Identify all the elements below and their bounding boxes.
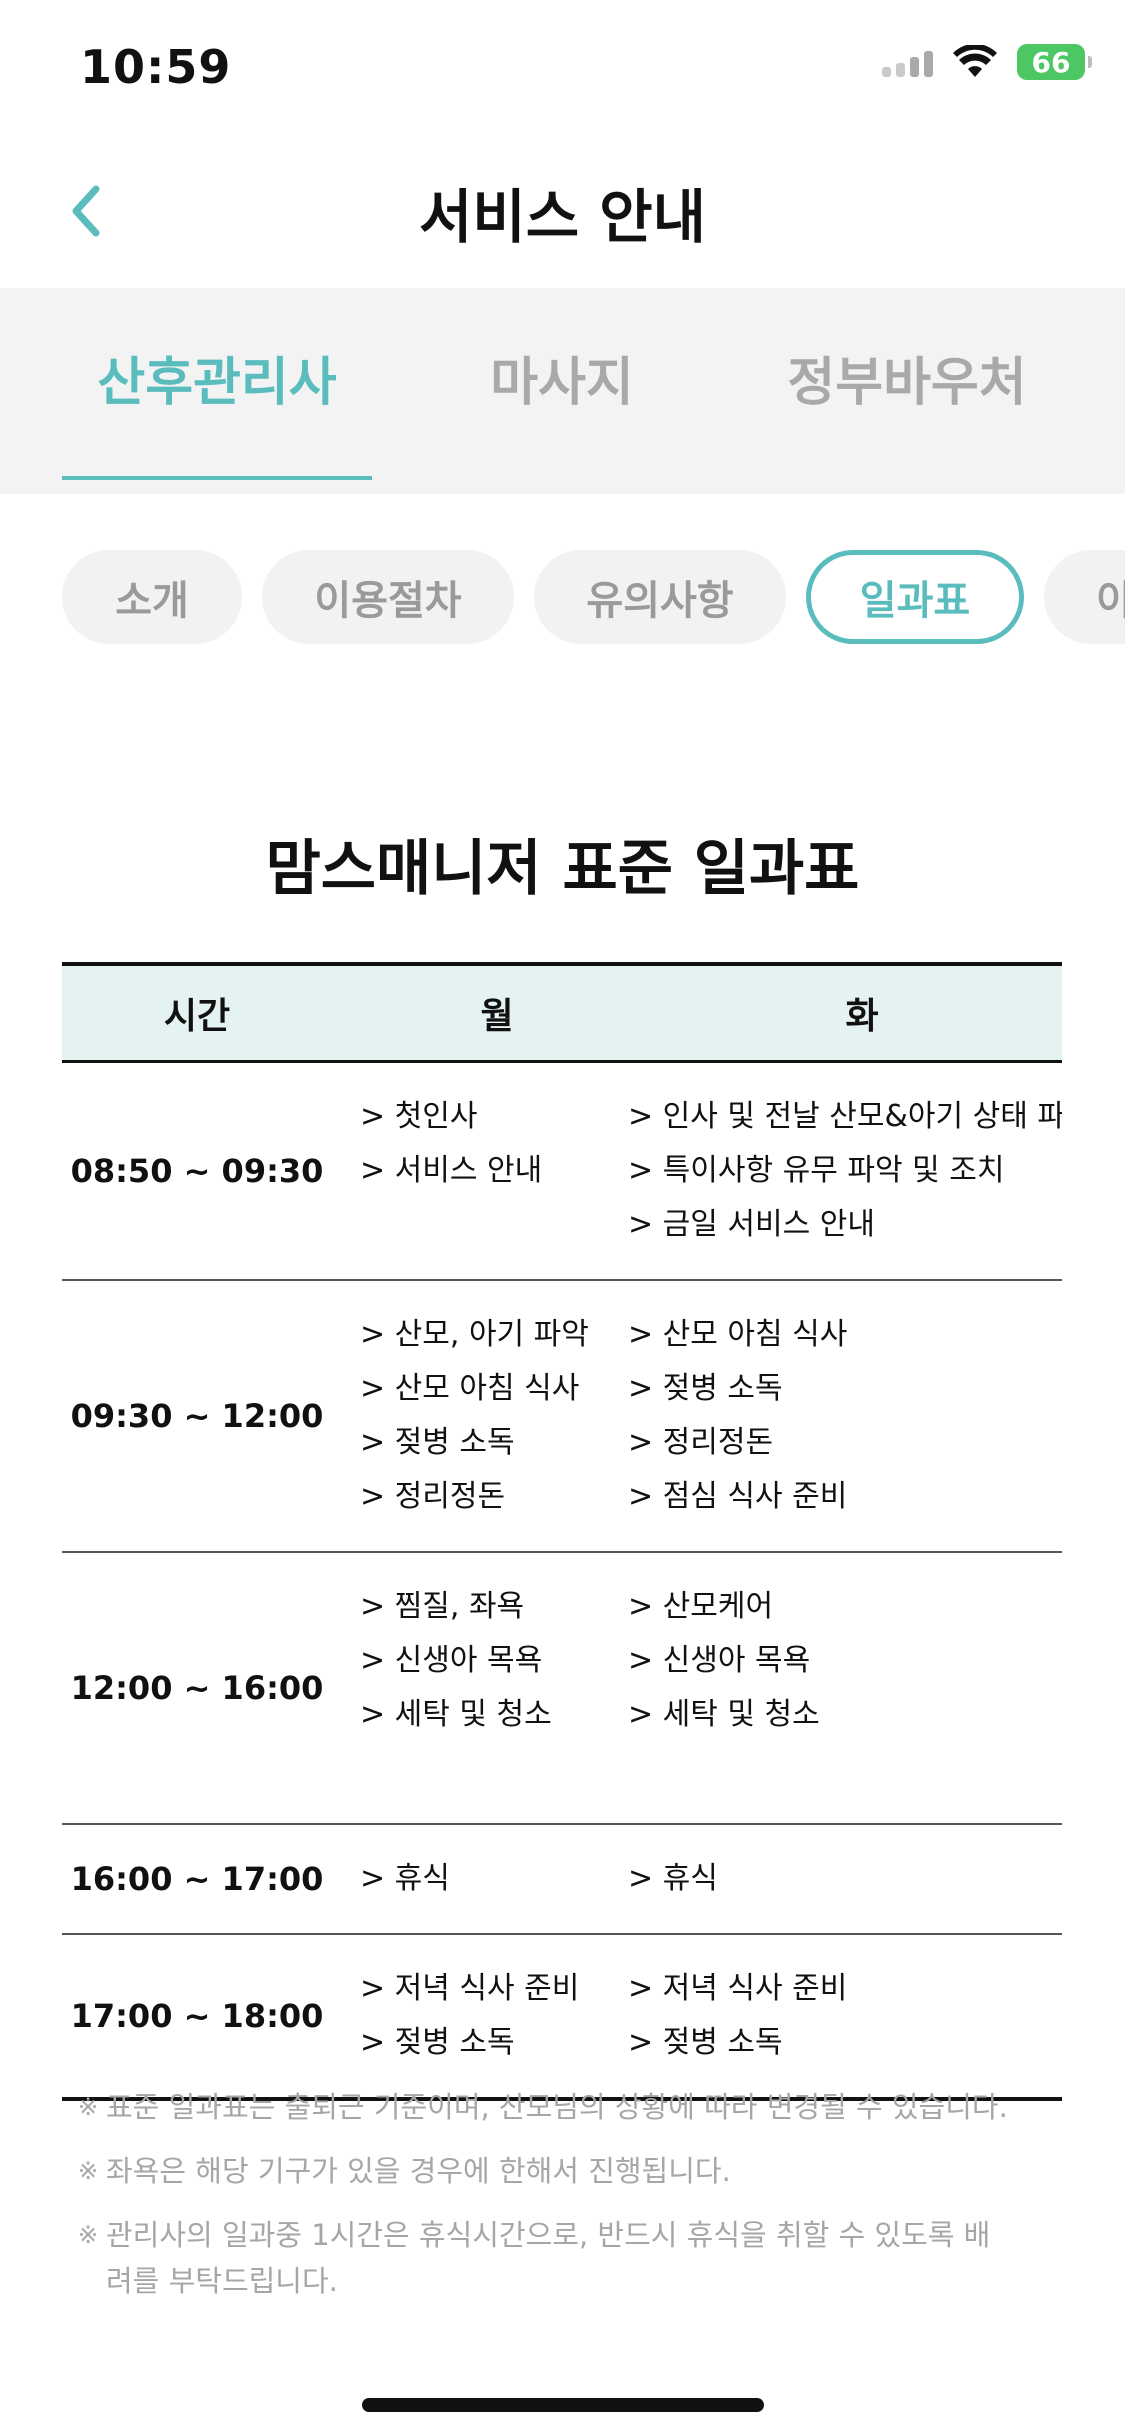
tab-postpartum-care[interactable]: 산후관리사 — [62, 340, 372, 480]
tab-massage[interactable]: 마사지 — [442, 340, 682, 420]
chip-procedure[interactable]: 이용절차 — [262, 550, 514, 644]
main-tab-bar: 산후관리사 마사지 정부바우처 — [0, 288, 1125, 494]
tab-government-voucher[interactable]: 정부바우처 — [762, 340, 1052, 420]
task-item: > 세탁 및 청소 — [360, 1697, 552, 1732]
task-item: > 젖병 소독 — [360, 1425, 515, 1460]
task-item: > 첫인사 — [360, 1099, 478, 1134]
home-indicator — [362, 2398, 764, 2412]
task-item: > 정리정돈 — [360, 1479, 506, 1514]
task-item: > 서비스 안내 — [360, 1153, 543, 1188]
task-item: > 젖병 소독 — [628, 1371, 783, 1406]
row-time: 08:50 ~ 09:30 — [70, 1152, 324, 1190]
schedule-table: 시간 월 화 08:50 ~ 09:30 > 첫인사 > 서비스 안내 > 인사… — [62, 962, 1062, 2101]
row-tue: > 휴식 — [628, 1825, 1062, 1933]
row-tue: > 저녁 식사 준비 > 젖병 소독 — [628, 1935, 1062, 2097]
task-item: > 인사 및 전날 산모&아기 상태 파악 — [628, 1099, 1062, 1134]
header-tue: 화 — [845, 996, 879, 1037]
row-time: 17:00 ~ 18:00 — [70, 1997, 324, 2035]
sub-tab-bar: 소개 이용절차 유의사항 일과표 이 — [0, 548, 1125, 648]
table-row: 16:00 ~ 17:00 > 휴식 > 휴식 — [62, 1825, 1062, 1935]
wifi-icon — [953, 45, 997, 77]
task-item: > 산모 아침 식사 — [628, 1317, 848, 1352]
table-row: 17:00 ~ 18:00 > 저녁 식사 준비 > 젖병 소독 > 저녁 식사… — [62, 1935, 1062, 2101]
row-mon: > 찜질, 좌욕 > 신생아 목욕 > 세탁 및 청소 — [360, 1553, 628, 1823]
table-header: 시간 월 화 — [62, 962, 1062, 1063]
task-item: > 산모 아침 식사 — [360, 1371, 580, 1406]
chip-intro[interactable]: 소개 — [62, 550, 242, 644]
status-time: 10:59 — [80, 40, 232, 94]
chip-precautions[interactable]: 유의사항 — [534, 550, 786, 644]
note-item: 좌욕은 해당 기구가 있을 경우에 한해서 진행됩니다. — [78, 2148, 1058, 2194]
header: 서비스 안내 — [0, 140, 1125, 288]
task-item: > 산모케어 — [628, 1589, 774, 1624]
task-item: > 신생아 목욕 — [360, 1643, 543, 1678]
cellular-signal-icon — [882, 47, 933, 77]
header-mon: 월 — [480, 996, 514, 1037]
task-item: > 정리정돈 — [628, 1425, 774, 1460]
chip-more[interactable]: 이 — [1044, 550, 1125, 644]
row-mon: > 저녁 식사 준비 > 젖병 소독 — [360, 1935, 628, 2097]
row-mon: > 휴식 — [360, 1825, 628, 1933]
row-time: 16:00 ~ 17:00 — [70, 1860, 324, 1898]
status-bar: 10:59 66 — [0, 0, 1125, 140]
task-item: > 젖병 소독 — [360, 2025, 515, 2060]
battery-level: 66 — [1031, 45, 1071, 79]
task-item: > 특이사항 유무 파악 및 조치 — [628, 1153, 1005, 1188]
row-time: 12:00 ~ 16:00 — [70, 1669, 324, 1707]
note-item: 표준 일과표는 출퇴근 기준이며, 산모님의 상황에 따라 변경될 수 있습니다… — [78, 2084, 1058, 2130]
status-icons: 66 — [882, 44, 1092, 80]
task-item: > 세탁 및 청소 — [628, 1697, 820, 1732]
table-row: 09:30 ~ 12:00 > 산모, 아기 파악 > 산모 아침 식사 > 젖… — [62, 1281, 1062, 1553]
task-item: > 금일 서비스 안내 — [628, 1207, 875, 1242]
schedule-notes: 표준 일과표는 출퇴근 기준이며, 산모님의 상황에 따라 변경될 수 있습니다… — [78, 2084, 1058, 2322]
row-tue: > 인사 및 전날 산모&아기 상태 파악 > 특이사항 유무 파악 및 조치 … — [628, 1063, 1062, 1279]
task-item: > 휴식 — [628, 1861, 718, 1896]
task-item: > 산모, 아기 파악 — [360, 1317, 589, 1352]
table-row: 12:00 ~ 16:00 > 찜질, 좌욕 > 신생아 목욕 > 세탁 및 청… — [62, 1553, 1062, 1825]
battery-icon: 66 — [1017, 44, 1092, 80]
table-row: 08:50 ~ 09:30 > 첫인사 > 서비스 안내 > 인사 및 전날 산… — [62, 1063, 1062, 1281]
task-item: > 찜질, 좌욕 — [360, 1589, 525, 1624]
task-item: > 저녁 식사 준비 — [628, 1971, 848, 2006]
row-tue: > 산모 아침 식사 > 젖병 소독 > 정리정돈 > 점심 식사 준비 — [628, 1281, 1062, 1551]
row-mon: > 산모, 아기 파악 > 산모 아침 식사 > 젖병 소독 > 정리정돈 — [360, 1281, 628, 1551]
row-mon: > 첫인사 > 서비스 안내 — [360, 1063, 628, 1279]
schedule-title: 맘스매니저 표준 일과표 — [265, 834, 860, 904]
task-item: > 휴식 — [360, 1861, 450, 1896]
row-time: 09:30 ~ 12:00 — [70, 1397, 324, 1435]
task-item: > 저녁 식사 준비 — [360, 1971, 580, 2006]
row-tue: > 산모케어 > 신생아 목욕 > 세탁 및 청소 — [628, 1553, 1062, 1823]
task-item: > 젖병 소독 — [628, 2025, 783, 2060]
page-title: 서비스 안내 — [419, 183, 706, 251]
task-item: > 신생아 목욕 — [628, 1643, 811, 1678]
chip-schedule[interactable]: 일과표 — [806, 550, 1024, 644]
task-item: > 점심 식사 준비 — [628, 1479, 848, 1514]
header-time: 시간 — [163, 996, 231, 1037]
note-item: 관리사의 일과중 1시간은 휴식시간으로, 반드시 휴식을 취할 수 있도록 배… — [78, 2212, 1016, 2304]
